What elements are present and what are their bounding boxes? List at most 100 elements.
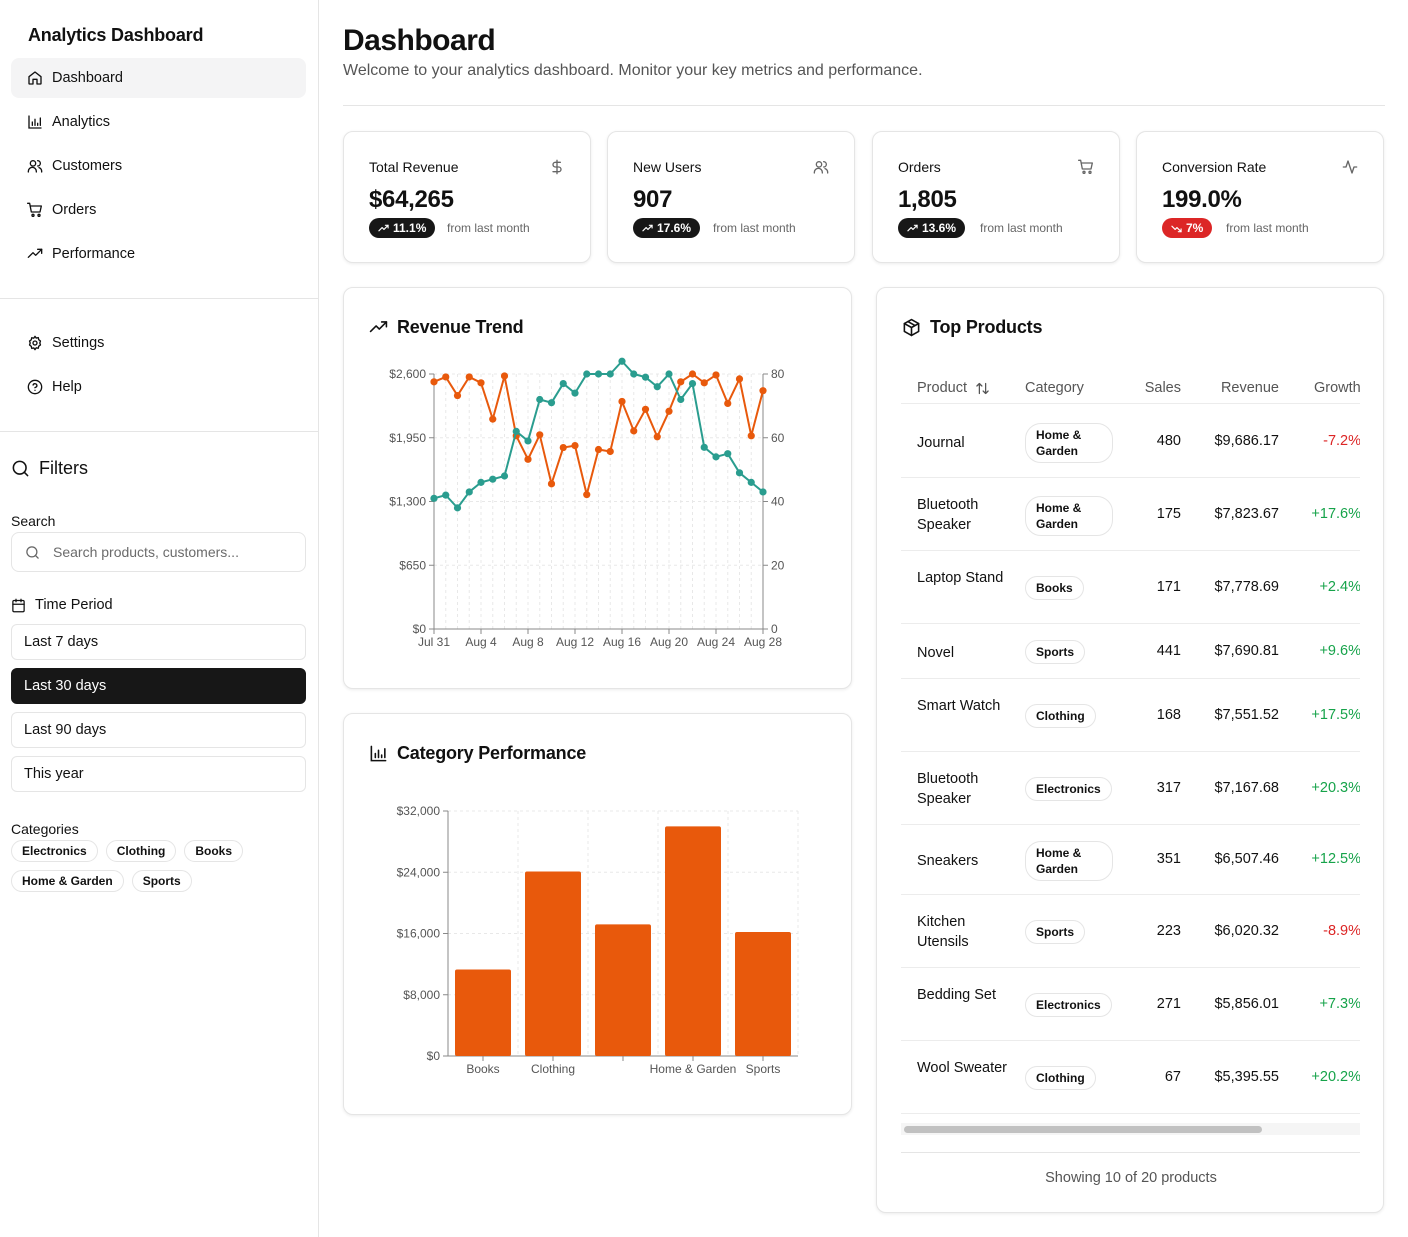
revenue-cell: $7,551.52 (1214, 706, 1279, 723)
chart-title-text: Top Products (930, 317, 1043, 337)
header-divider (343, 105, 1385, 106)
product-name: Novel (917, 644, 955, 661)
column-header-growth[interactable]: Growth (1314, 380, 1360, 396)
data-point (465, 488, 473, 496)
revenue-cell: $7,823.67 (1214, 505, 1279, 522)
bar (665, 826, 721, 1056)
y-tick-label-left: $1,300 (389, 495, 426, 509)
table-row[interactable]: Bedding Set Electronics 271 $5,856.01 +7.3% (901, 968, 1360, 1041)
help-circle-icon (27, 379, 43, 395)
kpi-card-new-users: New Users 907 17.6% from last month (607, 131, 855, 263)
product-name: Bluetooth Speaker (917, 496, 979, 533)
category-chip-sports[interactable]: Sports (131, 870, 192, 892)
period-last-90-days[interactable]: Last 90 days (11, 712, 306, 748)
category-chip-books[interactable]: Books (184, 840, 244, 862)
cart-icon (1078, 159, 1093, 174)
table-row[interactable]: Bluetooth Speaker Electronics 317 $7,167.68… (901, 752, 1360, 825)
product-name: Bluetooth Speaker (917, 770, 979, 807)
sales-cell: 317 (1156, 779, 1181, 796)
period-last-7-days[interactable]: Last 7 days (11, 624, 306, 660)
category-chip-electronics[interactable]: Electronics (11, 840, 98, 862)
package-icon (903, 318, 920, 337)
column-header-sales[interactable]: Sales (1091, 380, 1181, 396)
growth-cell: +17.5% (1311, 706, 1360, 723)
time-period-text: Time Period (35, 597, 113, 613)
sales-cell: 67 (1164, 1068, 1181, 1085)
growth-cell: +20.2% (1311, 1068, 1360, 1085)
data-point (536, 395, 544, 404)
kpi-change-badge: 11.1% (369, 218, 436, 238)
column-header-category[interactable]: Category (1025, 380, 1084, 396)
category-chip-clothing[interactable]: Clothing (105, 840, 177, 862)
nav-label: Orders (52, 202, 97, 218)
sort-icon[interactable] (975, 381, 990, 396)
trending-down-icon (1171, 225, 1182, 232)
table-row[interactable]: Laptop Stand Books 171 $7,778.69 +2.4% (901, 551, 1360, 624)
nav-item-customers[interactable]: Customers (11, 146, 306, 186)
category-cell: Sports (1025, 639, 1086, 664)
data-point (712, 371, 720, 379)
revenue-cell: $5,856.01 (1214, 995, 1279, 1012)
y-tick-label: $32,000 (397, 804, 441, 818)
category-badge: Clothing (1025, 1065, 1096, 1090)
period-last-30-days[interactable]: Last 30 days (11, 668, 306, 704)
users-icon (27, 160, 43, 173)
search-field[interactable] (11, 532, 306, 572)
search-icon (12, 460, 29, 477)
kpi-card-orders: Orders 1,805 13.6% from last month (872, 131, 1120, 263)
y-tick-label-left: $650 (399, 558, 426, 572)
data-point (477, 379, 485, 387)
y-tick-label-right: 60 (771, 431, 785, 445)
table-footer-divider (901, 1152, 1360, 1153)
category-chip-home-garden[interactable]: Home & Garden (11, 870, 124, 892)
table-row[interactable]: Sneakers Home & Garden 351 $6,507.46 +12.5% (901, 825, 1360, 895)
trending-up-icon (907, 224, 918, 231)
growth-cell: +17.6% (1311, 505, 1360, 522)
bar (735, 931, 791, 1056)
search-input[interactable] (53, 544, 293, 560)
top-products-card: Top Products Product Category Sales Reve… (876, 287, 1384, 1213)
scrollbar-thumb[interactable] (904, 1126, 1262, 1133)
products-table-scroll[interactable]: Product Category Sales Revenue Growth Jo… (901, 368, 1360, 1134)
column-header-revenue[interactable]: Revenue (1191, 380, 1279, 396)
data-point (747, 432, 755, 440)
data-point (500, 372, 509, 380)
sales-cell: 441 (1156, 642, 1181, 659)
table-row[interactable]: Journal Home & Garden 480 $9,686.17 -7.2% (901, 405, 1360, 478)
dollar-icon (552, 159, 562, 175)
nav-item-analytics[interactable]: Analytics (11, 102, 306, 142)
table-row[interactable]: Bluetooth Speaker Home & Garden 175 $7,823.… (901, 478, 1360, 551)
sales-cell: 175 (1156, 505, 1181, 522)
growth-cell: +12.5% (1311, 851, 1360, 867)
product-name: Laptop Stand (917, 569, 1004, 586)
period-this-year[interactable]: This year (11, 756, 306, 792)
table-row[interactable]: Novel Sports 441 $7,690.81 +9.6% (901, 624, 1360, 679)
kpi-change: 17.6% (657, 221, 692, 235)
nav-item-settings[interactable]: Settings (11, 323, 306, 363)
nav-item-dashboard[interactable]: Dashboard (11, 58, 306, 98)
filters-title: Filters (39, 458, 88, 478)
table-horizontal-scrollbar[interactable] (901, 1123, 1360, 1135)
data-point (442, 373, 450, 381)
column-header-product[interactable]: Product (917, 380, 990, 396)
growth-cell: -8.9% (1323, 922, 1360, 939)
data-point (618, 397, 626, 406)
nav-item-help[interactable]: Help (11, 367, 306, 407)
category-cell: Clothing (1025, 1065, 1096, 1090)
table-row[interactable]: Kitchen Utensils Sports 223 $6,020.32 -8.9% (901, 895, 1360, 968)
data-point (571, 441, 579, 450)
y-tick-label: $24,000 (397, 865, 441, 879)
data-point (712, 453, 720, 461)
table-header-row: Product Category Sales Revenue Growth (901, 368, 1360, 404)
data-point (583, 370, 591, 378)
kpi-card-conversion-rate: Conversion Rate 199.0% 7% from last mont… (1136, 131, 1384, 263)
data-point (489, 475, 497, 483)
nav-item-performance[interactable]: Performance (11, 234, 306, 274)
table-row[interactable]: Smart Watch Clothing 168 $7,551.52 +17.5% (901, 679, 1360, 752)
table-row[interactable]: Wool Sweater Clothing 67 $5,395.55 +20.2% (901, 1041, 1360, 1114)
time-period-label: Time Period (11, 597, 113, 613)
sales-cell: 480 (1156, 432, 1181, 449)
secondary-nav: Settings Help (11, 323, 306, 411)
product-name: Sneakers (917, 853, 979, 869)
nav-item-orders[interactable]: Orders (11, 190, 306, 230)
